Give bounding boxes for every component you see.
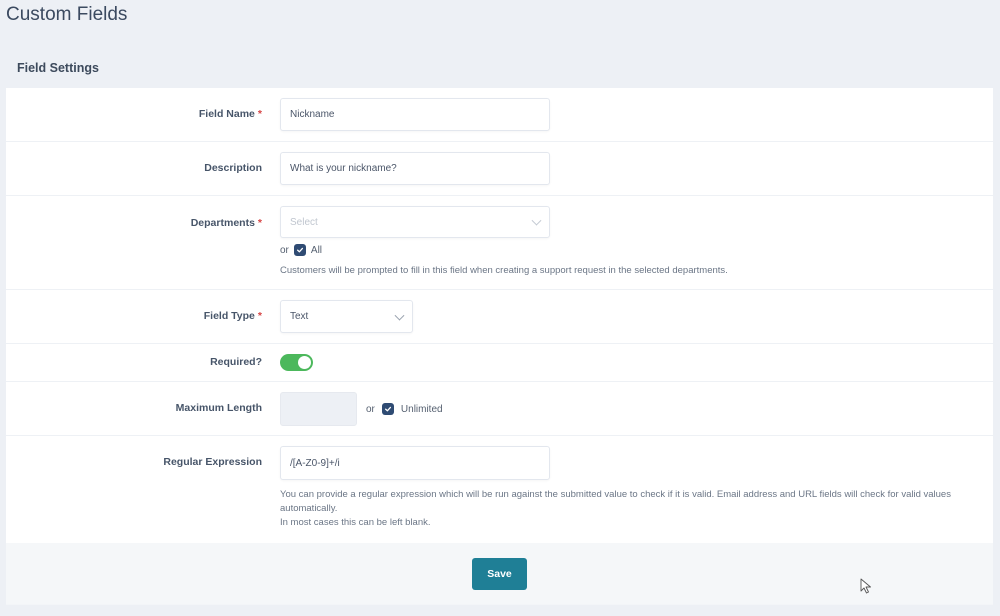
required-asterisk: * xyxy=(257,108,262,120)
all-label: All xyxy=(310,244,323,256)
or-text: or xyxy=(280,244,289,256)
row-field-type: Field Type * Text xyxy=(6,290,993,344)
mouse-cursor-icon xyxy=(860,578,871,594)
field-type-label-text: Field Type xyxy=(203,310,255,322)
row-field-name: Field Name * Nickname xyxy=(6,88,993,142)
field-name-value: Nickname xyxy=(290,109,335,120)
regex-help-line-2: In most cases this can be left blank. xyxy=(280,517,431,528)
departments-placeholder: Select xyxy=(290,216,318,228)
unlimited-option: or Unlimited xyxy=(366,403,443,415)
form-footer: Save xyxy=(6,543,993,604)
field-type-select[interactable]: Text xyxy=(280,300,413,333)
regular-expression-value: /[A-Z0-9]+/i xyxy=(290,457,340,469)
field-name-label-text: Field Name xyxy=(198,108,255,120)
page-title: Custom Fields xyxy=(6,4,128,25)
required-label: Required? xyxy=(210,356,262,368)
description-input[interactable]: What is your nickname? xyxy=(280,152,550,185)
regex-help-line-1: You can provide a regular expression whi… xyxy=(280,489,951,514)
or-text: or xyxy=(366,403,375,415)
row-maximum-length: Maximum Length or Unlimited xyxy=(6,382,993,436)
toggle-knob xyxy=(298,356,311,369)
field-type-label: Field Type * xyxy=(204,310,262,322)
departments-label-text: Departments xyxy=(190,217,255,229)
row-required: Required? xyxy=(6,344,993,382)
field-settings-card: Field Settings Field Name * Nickname Desc… xyxy=(6,52,993,605)
row-description: Description What is your nickname? xyxy=(6,142,993,196)
row-regular-expression: Regular Expression /[A-Z0-9]+/i You can … xyxy=(6,436,993,543)
regular-expression-help-text: You can provide a regular expression whi… xyxy=(280,488,985,530)
required-asterisk: * xyxy=(257,310,262,322)
departments-label: Departments * xyxy=(191,217,262,229)
row-departments: Departments * Select or All Customers wil… xyxy=(6,196,993,290)
regular-expression-label: Regular Expression xyxy=(163,456,262,468)
departments-help-text: Customers will be prompted to fill in th… xyxy=(280,265,728,276)
chevron-down-icon xyxy=(394,310,405,321)
description-label: Description xyxy=(204,162,262,174)
form-rows: Field Name * Nickname Description What is… xyxy=(6,88,993,543)
unlimited-label: Unlimited xyxy=(400,403,443,415)
card-title: Field Settings xyxy=(6,52,993,88)
unlimited-checkbox[interactable] xyxy=(381,403,394,415)
field-name-input[interactable]: Nickname xyxy=(280,98,550,131)
check-icon xyxy=(384,406,391,412)
check-icon xyxy=(296,247,303,253)
field-type-value: Text xyxy=(290,311,309,322)
required-toggle[interactable] xyxy=(280,354,313,371)
field-name-label: Field Name * xyxy=(199,108,262,120)
departments-select[interactable]: Select xyxy=(280,206,550,238)
save-button[interactable]: Save xyxy=(472,558,527,590)
maximum-length-input[interactable] xyxy=(280,392,357,426)
required-asterisk: * xyxy=(257,217,262,229)
departments-all-option: or All xyxy=(280,244,322,256)
maximum-length-label: Maximum Length xyxy=(175,402,262,414)
description-value: What is your nickname? xyxy=(290,163,397,174)
chevron-down-icon xyxy=(531,215,542,226)
regular-expression-input[interactable]: /[A-Z0-9]+/i xyxy=(280,446,550,480)
all-departments-checkbox[interactable] xyxy=(293,244,306,256)
